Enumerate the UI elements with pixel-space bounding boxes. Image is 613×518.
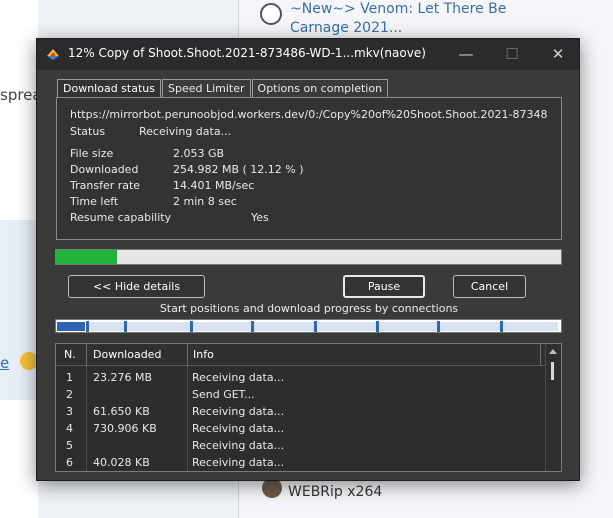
row-downloaded: 61.650 KB xyxy=(93,405,150,418)
snowflake-avatar-icon xyxy=(260,3,282,25)
resume-capability-label: Resume capability xyxy=(70,211,172,224)
row-downloaded: 730.906 KB xyxy=(93,422,157,435)
pause-button[interactable]: Pause xyxy=(343,275,425,298)
connection-7-start-marker xyxy=(376,321,379,332)
status-value: Receiving data... xyxy=(139,125,232,138)
connection-9-start-marker xyxy=(500,321,503,332)
status-row: Status xyxy=(70,125,138,138)
column-separator[interactable] xyxy=(86,344,87,366)
background-post-text: WEBRip x264 xyxy=(288,484,383,500)
tab-strip: Download status Speed Limiter Options on… xyxy=(57,79,389,99)
file-size-value: 2.053 GB xyxy=(173,147,225,160)
column-header-n[interactable]: N. xyxy=(64,348,76,361)
row-downloaded: 40.028 KB xyxy=(93,456,150,469)
table-scrollbar[interactable] xyxy=(545,344,561,471)
table-header: N. Downloaded Info xyxy=(56,344,561,366)
background-page-band xyxy=(0,220,38,400)
table-row[interactable]: 1 23.276 MB Receiving data... xyxy=(56,369,546,386)
transfer-rate-value: 14.401 MB/sec xyxy=(173,179,255,192)
window-title: 12% Copy of Shoot.Shoot.2021-873486-WD-1… xyxy=(68,46,426,60)
connections-caption: Start positions and download progress by… xyxy=(159,302,459,315)
column-separator[interactable] xyxy=(540,344,541,366)
table-row[interactable]: 6 40.028 KB Receiving data... xyxy=(56,454,546,471)
row-info: Receiving data... xyxy=(192,456,285,469)
connection-6-start-marker xyxy=(314,321,317,332)
time-left-value: 2 min 8 sec xyxy=(173,195,237,208)
tab-speed-limiter[interactable]: Speed Limiter xyxy=(161,79,251,98)
table-row[interactable]: 3 61.650 KB Receiving data... xyxy=(56,403,546,420)
connection-4-start-marker xyxy=(190,321,193,332)
column-header-downloaded[interactable]: Downloaded xyxy=(93,348,161,361)
maximize-button[interactable]: ☐ xyxy=(489,39,535,70)
download-progress-bar xyxy=(55,249,562,265)
connection-1-progress xyxy=(57,322,85,331)
row-info: Send GET... xyxy=(192,388,255,401)
tab-download-status[interactable]: Download status xyxy=(57,79,161,99)
connection-8-start-marker xyxy=(437,321,440,332)
download-progress-dialog: 12% Copy of Shoot.Shoot.2021-873486-WD-1… xyxy=(36,38,580,481)
row-downloaded: 23.276 MB xyxy=(93,371,153,384)
time-left-label: Time left xyxy=(70,195,119,208)
downloaded-value: 254.982 MB ( 12.12 % ) xyxy=(173,163,304,176)
close-button[interactable]: ✕ xyxy=(535,39,581,70)
row-number: 5 xyxy=(66,439,73,452)
connections-table: N. Downloaded Info 1 23.276 MB Receiving… xyxy=(55,343,562,472)
background-link-fragment[interactable]: e xyxy=(0,354,9,372)
scroll-thumb[interactable] xyxy=(551,362,554,380)
connections-remaining xyxy=(88,322,558,331)
row-info: Receiving data... xyxy=(192,422,285,435)
background-post-avatar-icon xyxy=(262,478,282,498)
column-header-info[interactable]: Info xyxy=(193,348,214,361)
column-separator[interactable] xyxy=(187,344,188,366)
file-size-label: File size xyxy=(70,147,114,160)
row-number: 2 xyxy=(66,388,73,401)
row-info: Receiving data... xyxy=(192,371,285,384)
file-size-row: File size xyxy=(70,147,138,160)
row-info: Receiving data... xyxy=(192,439,285,452)
transfer-rate-label: Transfer rate xyxy=(70,179,141,192)
connection-5-start-marker xyxy=(251,321,254,332)
cancel-button[interactable]: Cancel xyxy=(453,275,526,298)
background-post-title[interactable]: ~New~> Venom: Let There Be Carnage 2021.… xyxy=(290,0,540,38)
status-label: Status xyxy=(70,125,106,138)
download-url: https://mirrorbot.perunoobjod.workers.de… xyxy=(70,108,548,121)
transfer-rate-row: Transfer rate xyxy=(70,179,141,192)
downloaded-label: Downloaded xyxy=(70,163,139,176)
download-progress-fill xyxy=(56,250,118,264)
row-info: Receiving data... xyxy=(192,405,285,418)
idm-app-icon xyxy=(47,49,59,60)
scroll-up-arrow-icon[interactable] xyxy=(549,349,557,354)
row-number: 3 xyxy=(66,405,73,418)
table-row[interactable]: 5 Receiving data... xyxy=(56,437,546,454)
row-number: 1 xyxy=(66,371,73,384)
minimize-button[interactable]: — xyxy=(443,39,489,70)
resume-capability-value: Yes xyxy=(251,211,269,224)
download-status-panel: https://mirrorbot.perunoobjod.workers.de… xyxy=(56,97,562,240)
hide-details-button[interactable]: << Hide details xyxy=(68,275,205,298)
title-bar[interactable]: 12% Copy of Shoot.Shoot.2021-873486-WD-1… xyxy=(37,39,579,70)
row-number: 6 xyxy=(66,456,73,469)
resume-capability-row: Resume capability xyxy=(70,211,171,224)
connection-3-start-marker xyxy=(124,321,127,332)
table-row[interactable]: 2 Send GET... xyxy=(56,386,546,403)
time-left-row: Time left xyxy=(70,195,138,208)
row-number: 4 xyxy=(66,422,73,435)
downloaded-row: Downloaded xyxy=(70,163,138,176)
tab-options-on-completion[interactable]: Options on completion xyxy=(251,79,389,98)
connections-progress-bar xyxy=(55,319,562,333)
table-row[interactable]: 4 730.906 KB Receiving data... xyxy=(56,420,546,437)
connection-2-start-marker xyxy=(86,321,89,332)
